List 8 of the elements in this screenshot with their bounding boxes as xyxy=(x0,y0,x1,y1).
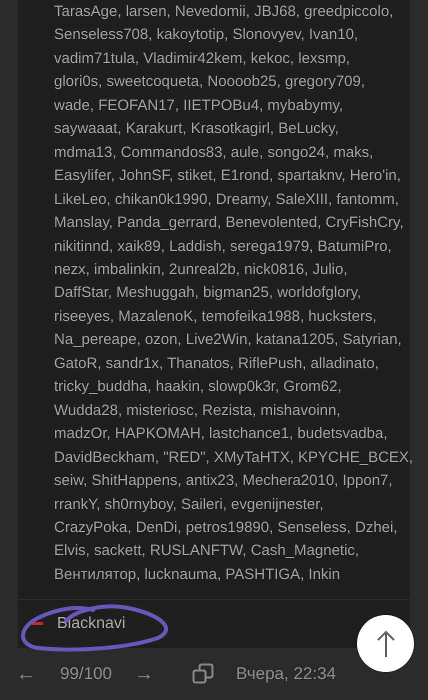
next-button[interactable]: → xyxy=(134,664,154,684)
previous-button[interactable]: ← xyxy=(16,664,36,684)
timestamp: Вчера, 22:34 xyxy=(236,663,336,686)
copy-icon[interactable] xyxy=(192,662,214,685)
author-name[interactable]: Blacknavi xyxy=(57,612,126,636)
username-list: TarasAge, larsen, Nevedomii, JBJ68, greedpiccolo, Senseless708, kakoytotip, Slonovyev, Ivan10, vadim71tula, Vladimir42kem, kekoc, lexsmp, glori0s, sweetcoqueta, Noooob25, gregory709, wade, FEOFAN17, IIETPOBu4, mybabymy, saywaaat, Karakurt, Krasotkagirl, BeLucky, mdma13, Commandos83, aule, songo24, maks, Easylifer, JohnSF, stiket, E1rond, spartaknv, Hero'in, LikeLeo, chikan0k1990, Dreamy, SaleXIII, fantomm, Manslay, Panda_gerrard, Benevolented, CryFishCry, nikitinnd, xaik89, Laddish, serega1979, BatumiPro, nezx, imbalinkin, 2unreal2b, nick0816, Julio, DaffStar, Meshuggah, bigman25, worldofglory, riseeyes, MazalenoK, temofeika1988, hucksters, Na_pereape, ozon, Live2Win, katana1205, Satyrian, GatoR, sandr1x, Thanatos, RiflePush, alladinato, tricky_buddha, haakin, slowp0k3r, Grom62, Wudda28, misteriosc, Rezista, mishavoinn, madzOr, HAPKOMAH, lastchance1, budetsvadba, DavidBeckham, "RED", XMyTaHTX, KPYCHE_BCEX, seiw, ShitHappens, antix23, Mechera2010, Ippon7, rrankY, sh0rnyboy, Saileri, evgenijnester, CrazyPoka, DenDi, petros19890, Senseless, Dzhei, Elvis, sackett, RUSLANFTW, Cash_Magnetic, Вентилятор, lucknauma, PASHTIGA, Inkin xyxy=(18,0,414,586)
up-arrow-icon xyxy=(376,630,396,658)
page-counter: 99/100 xyxy=(60,663,112,686)
